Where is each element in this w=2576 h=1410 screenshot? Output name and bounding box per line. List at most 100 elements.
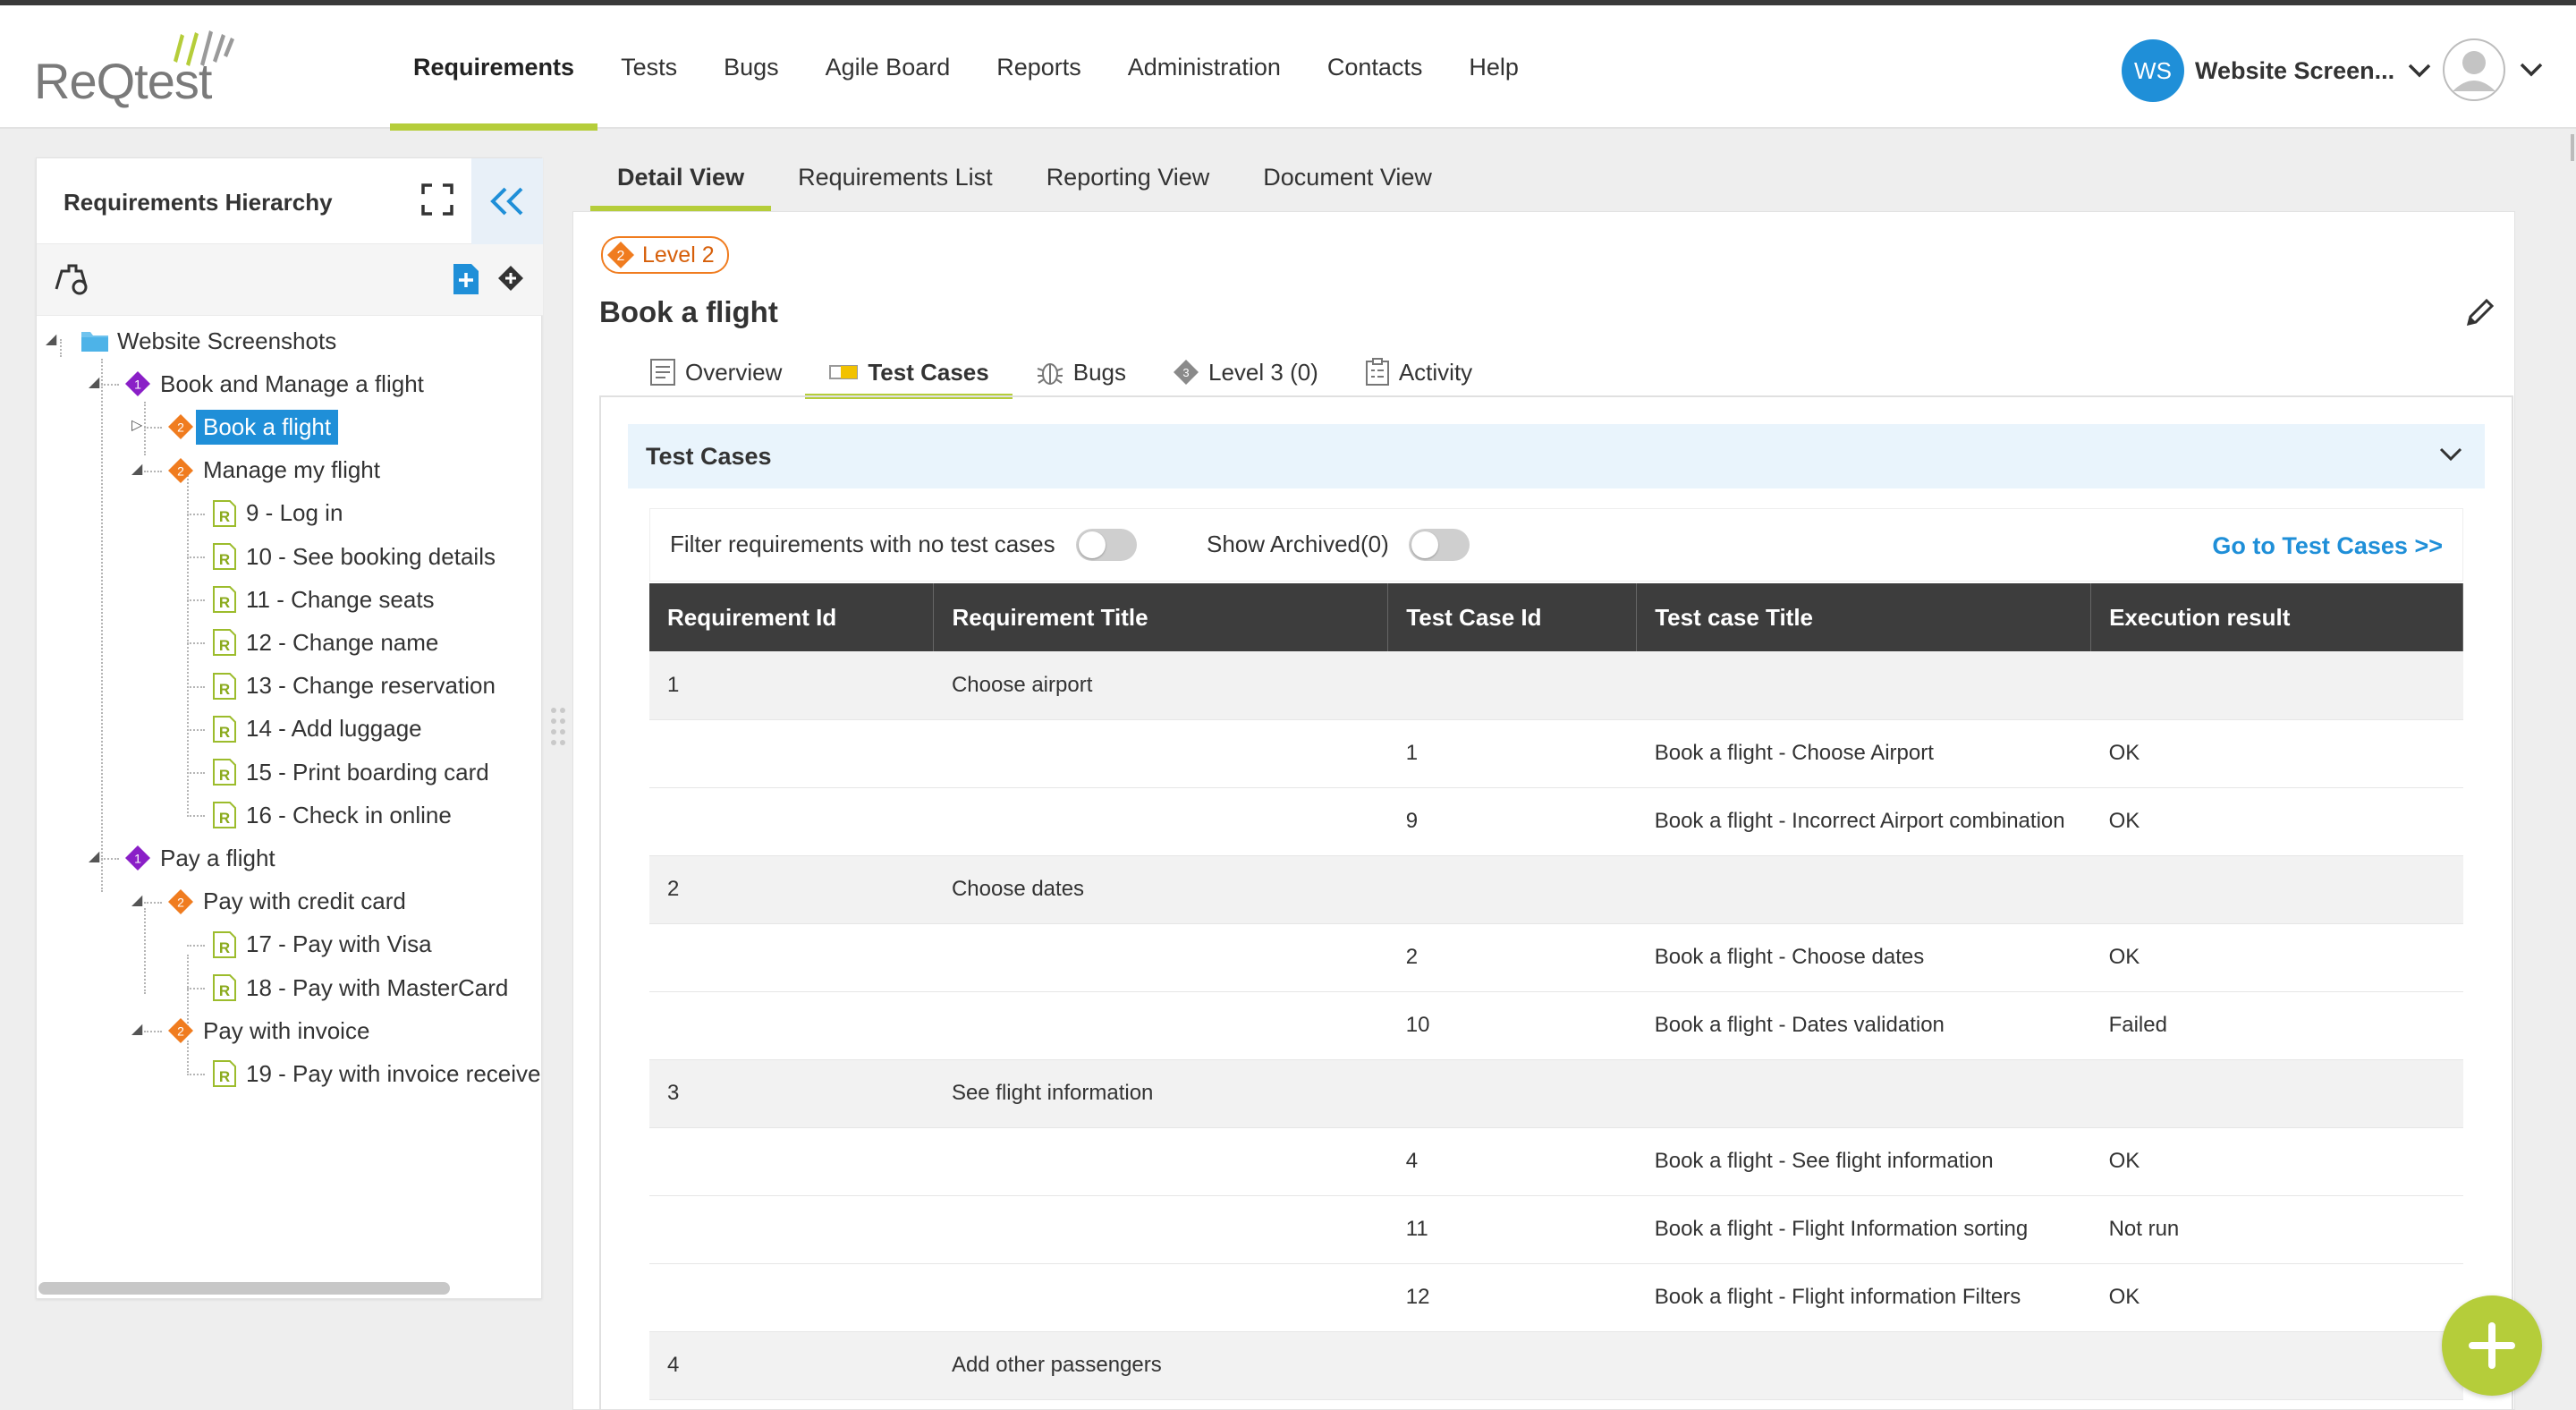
tree-item-label: 16 - Check in online: [246, 801, 452, 828]
filter-view-icon[interactable]: [53, 262, 90, 296]
add-button[interactable]: [2442, 1295, 2542, 1396]
test-case-row[interactable]: 12 Book a flight - Flight information Fil…: [649, 1263, 2463, 1332]
tree-item[interactable]: ▷ 2 Book a flight: [131, 405, 339, 448]
tree-item[interactable]: R 19 - Pay with invoice receive: [208, 1052, 543, 1095]
nav-tests[interactable]: Tests: [597, 5, 700, 129]
requirement-title-cell: Add other passengers: [933, 1331, 1388, 1400]
tree-item[interactable]: R 17 - Pay with Visa: [208, 923, 439, 966]
subtab-level-3[interactable]: 3 Level 3 (0): [1149, 347, 1342, 397]
account-switcher[interactable]: WS Website Screen...: [2122, 39, 2432, 102]
pencil-icon[interactable]: [2465, 295, 2497, 327]
test-case-id-cell: 2: [1387, 923, 1637, 992]
subtab-activity[interactable]: Activity: [1342, 347, 1496, 397]
nav-help[interactable]: Help: [1445, 5, 1542, 129]
chevron-down-icon: [2408, 64, 2431, 78]
collapse-toggle-icon[interactable]: ◢: [131, 891, 142, 909]
page-scrollbar[interactable]: [2571, 134, 2574, 161]
add-requirement-icon[interactable]: [452, 262, 480, 296]
nav-agile-board[interactable]: Agile Board: [802, 5, 974, 129]
tree-line: [144, 470, 162, 472]
col-requirement-title[interactable]: Requirement Title: [933, 583, 1389, 651]
tree-item[interactable]: ◢ 2 Pay with invoice: [131, 1009, 377, 1052]
collapse-toggle-icon[interactable]: ◢: [131, 460, 142, 478]
user-menu[interactable]: [2442, 38, 2544, 102]
requirement-id-cell: [649, 719, 934, 788]
plus-icon: [2469, 1322, 2515, 1369]
tree-item[interactable]: R 13 - Change reservation: [208, 665, 503, 708]
requirement-id-cell: [649, 923, 934, 992]
collapse-panel-button[interactable]: [471, 158, 543, 244]
col-requirement-id[interactable]: Requirement Id: [649, 583, 935, 651]
tree-item[interactable]: ◢ 1 Book and Manage a flight: [89, 362, 431, 405]
collapse-toggle-icon[interactable]: ◢: [46, 330, 56, 348]
nav-administration[interactable]: Administration: [1105, 5, 1304, 129]
tree-item[interactable]: ◢ 2 Manage my flight: [131, 449, 387, 492]
collapse-toggle-icon[interactable]: ◢: [131, 1020, 142, 1038]
nav-requirements[interactable]: Requirements: [390, 5, 598, 131]
tree-line: [187, 599, 205, 602]
subtab-test-cases[interactable]: Test Cases: [805, 347, 1013, 399]
requirement-id-cell: 3: [649, 1059, 934, 1128]
test-case-title-cell: [1636, 855, 2091, 924]
test-case-id-cell: 9: [1387, 787, 1637, 856]
horizontal-scrollbar[interactable]: [38, 1282, 450, 1295]
go-to-test-cases-link[interactable]: Go to Test Cases >>: [2212, 532, 2443, 560]
requirement-row[interactable]: 1 Choose airport: [649, 651, 2463, 720]
requirement-row[interactable]: 4 Add other passengers: [649, 1331, 2463, 1400]
tree-item[interactable]: R 12 - Change name: [208, 621, 445, 664]
fullscreen-icon[interactable]: [419, 182, 455, 217]
test-cases-section-header[interactable]: Test Cases: [628, 424, 2485, 488]
test-case-row[interactable]: 1 Book a flight - Choose Airport OK: [649, 719, 2463, 788]
tab-reporting-view[interactable]: Reporting View: [1020, 143, 1237, 211]
add-level-icon[interactable]: [496, 264, 525, 293]
tree-item[interactable]: ◢ 2 Pay with credit card: [131, 880, 413, 923]
tree-item[interactable]: ◢ 1 Pay a flight: [89, 837, 283, 879]
expand-toggle-icon[interactable]: ▷: [131, 416, 142, 434]
tab-detail-view[interactable]: Detail View: [590, 143, 772, 211]
svg-text:R: R: [219, 1068, 230, 1085]
test-case-row[interactable]: 10 Book a flight - Dates validation Failed: [649, 991, 2463, 1060]
test-case-row[interactable]: 4 Book a flight - See flight information O…: [649, 1127, 2463, 1196]
test-case-row[interactable]: 11 Book a flight - Flight Information sor…: [649, 1195, 2463, 1264]
requirement-title-cell: See flight information: [933, 1059, 1388, 1128]
nav-reports[interactable]: Reports: [973, 5, 1105, 129]
filter-no-test-cases-toggle[interactable]: [1076, 529, 1137, 561]
panel-resize-handle[interactable]: [549, 705, 567, 755]
tab-document-view[interactable]: Document View: [1236, 143, 1459, 211]
tab-requirements-list[interactable]: Requirements List: [771, 143, 1020, 211]
nav-contacts[interactable]: Contacts: [1304, 5, 1446, 129]
requirement-row[interactable]: 2 Choose dates: [649, 855, 2463, 924]
tree-line: [101, 359, 103, 892]
subtab-overview[interactable]: Overview: [626, 347, 805, 397]
user-avatar-icon: [2443, 38, 2505, 101]
col-test-case-title[interactable]: Test case Title: [1636, 583, 2092, 651]
tree-item[interactable]: R 9 - Log in: [208, 492, 350, 535]
tree-item[interactable]: R 10 - See booking details: [208, 535, 503, 578]
tree-line: [101, 384, 119, 386]
tree-line: [144, 427, 162, 429]
col-execution-result[interactable]: Execution result: [2090, 583, 2463, 651]
tree-item[interactable]: R 14 - Add luggage: [208, 708, 429, 751]
svg-text:1: 1: [134, 852, 141, 866]
logo[interactable]: ReQtest: [34, 25, 267, 115]
test-case-row[interactable]: 9 Book a flight - Incorrect Airport combi…: [649, 787, 2463, 856]
collapse-toggle-icon[interactable]: ◢: [89, 847, 99, 865]
tree-item[interactable]: R 11 - Change seats: [208, 578, 442, 621]
col-test-case-id[interactable]: Test Case Id: [1387, 583, 1638, 651]
svg-text:2: 2: [177, 420, 184, 435]
tree-item[interactable]: R 16 - Check in online: [208, 794, 459, 837]
tree-item-label: Pay with invoice: [203, 1016, 370, 1044]
tree-item[interactable]: ◢ Website Screenshots: [46, 319, 343, 362]
test-case-row[interactable]: 2 Book a flight - Choose dates OK: [649, 923, 2463, 992]
nav-bugs[interactable]: Bugs: [700, 5, 802, 129]
tree-line: [187, 728, 205, 731]
collapse-toggle-icon[interactable]: ◢: [89, 373, 99, 391]
tree-item[interactable]: R 18 - Pay with MasterCard: [208, 966, 515, 1009]
requirement-row[interactable]: 3 See flight information: [649, 1059, 2463, 1128]
show-archived-toggle[interactable]: [1409, 529, 1470, 561]
tree-item[interactable]: R 15 - Print boarding card: [208, 751, 496, 794]
tree-line: [187, 944, 205, 947]
test-case-title-cell: Book a flight - Incorrect Airport combin…: [1636, 787, 2091, 856]
requirement-title-cell: [933, 1127, 1388, 1196]
subtab-bugs[interactable]: Bugs: [1013, 347, 1149, 397]
